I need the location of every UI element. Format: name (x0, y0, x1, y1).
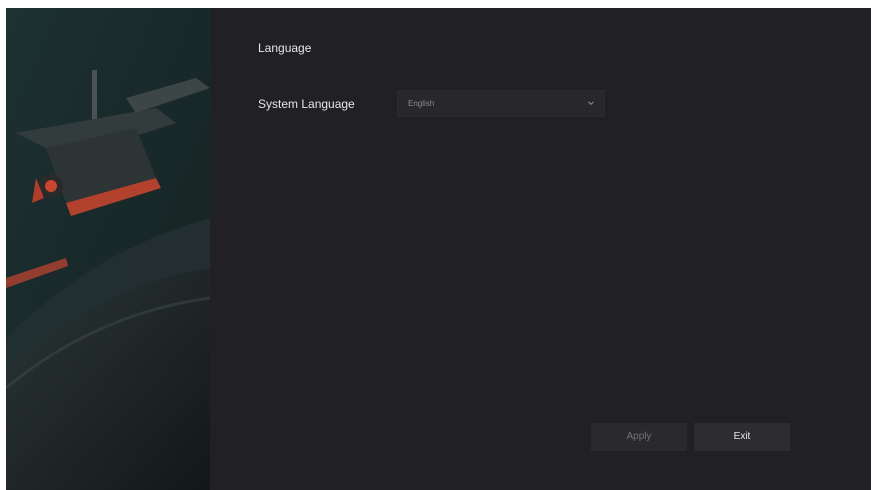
exit-button[interactable]: Exit (694, 423, 790, 451)
camera-banner-graphic (6, 8, 210, 490)
apply-button[interactable]: Apply (591, 423, 687, 451)
system-language-select[interactable]: English (397, 90, 605, 117)
side-banner-image (6, 8, 210, 490)
language-settings-panel: Language System Language English Apply E… (210, 8, 871, 490)
system-language-label: System Language (258, 97, 355, 111)
nvr-screen: Language System Language English Apply E… (6, 8, 871, 490)
chevron-down-icon (588, 101, 594, 106)
system-language-value: English (408, 99, 435, 108)
section-title: Language (258, 41, 312, 55)
